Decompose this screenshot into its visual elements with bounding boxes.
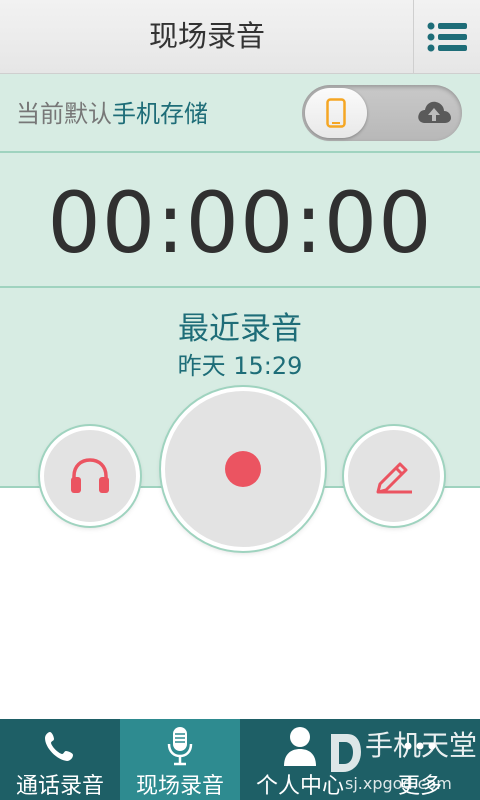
tab-live-recording[interactable]: 现场录音 [120, 719, 240, 800]
pencil-icon [376, 462, 412, 494]
edit-button[interactable] [344, 426, 444, 526]
header-bar: 现场录音 [0, 0, 480, 74]
microphone-icon [167, 727, 193, 766]
play-button[interactable] [40, 426, 140, 526]
recent-recording-title[interactable]: 最近录音 [0, 303, 480, 348]
phone-handset-icon [45, 732, 73, 761]
menu-list-icon [427, 22, 467, 51]
tab-label: 现场录音 [135, 774, 224, 799]
watermark: 手机天堂 sj.xpgod.com [325, 722, 480, 800]
record-button[interactable] [161, 387, 325, 551]
storage-toggle-knob[interactable] [305, 88, 367, 138]
menu-button[interactable] [413, 0, 480, 73]
recording-timer: 00:00:00 [47, 174, 433, 272]
phone-icon [326, 98, 346, 128]
watermark-text: 手机天堂 [365, 729, 478, 762]
person-icon [284, 727, 316, 766]
cloud-upload-icon [418, 101, 451, 123]
recent-recording-time: 昨天 15:29 [177, 352, 303, 380]
watermark-url: sj.xpgod.com [345, 774, 452, 793]
storage-selected: 手机存储 [112, 100, 208, 128]
timer-panel: 00:00:00 [0, 153, 480, 288]
tab-label: 通话录音 [15, 774, 104, 799]
storage-label: 当前默认手机存储 [16, 74, 208, 151]
watermark-logo [331, 734, 361, 772]
headphones-icon [71, 458, 109, 493]
storage-prefix: 当前默认 [16, 100, 112, 128]
tab-call-recording[interactable]: 通话录音 [0, 719, 120, 800]
storage-toggle[interactable] [302, 85, 462, 141]
cloud-option[interactable] [416, 97, 452, 129]
record-icon [225, 451, 261, 487]
page-title: 现场录音 [148, 19, 265, 53]
